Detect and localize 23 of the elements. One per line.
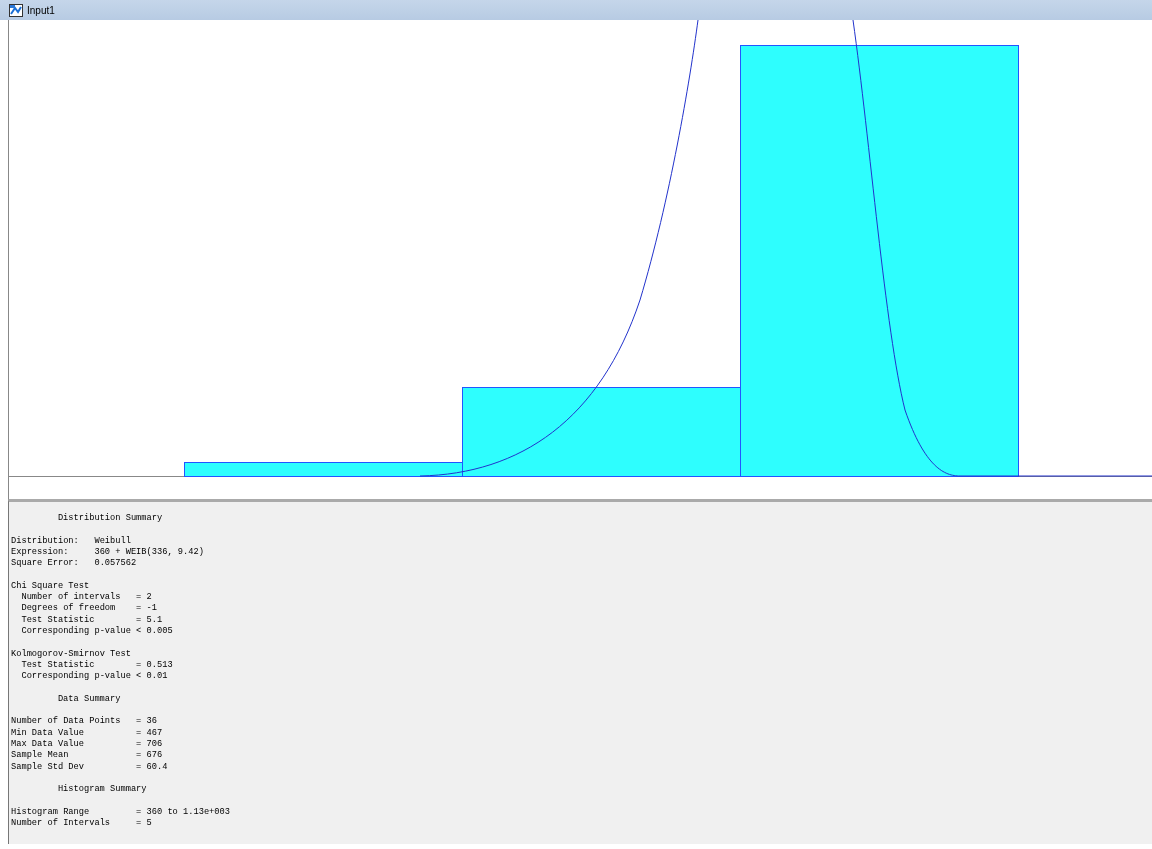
section-heading: Data Summary (56, 693, 122, 706)
window-title: Input1 (27, 4, 55, 16)
report-line: Expression: 360 + WEIB(336, 9.42) (11, 546, 205, 559)
report-line: Number of intervals = 2 (20, 592, 153, 603)
report-line: Histogram Range = 360 to 1.13e+003 (11, 806, 231, 818)
report-line: Number of Data Points = 36 (11, 716, 158, 728)
report-line: Test Statistic = 5.1 (20, 614, 164, 626)
report-line: Degrees of freedom = -1 (20, 603, 158, 615)
section-heading: Histogram Summary (56, 784, 148, 796)
report-line: Distribution: Weibull (11, 535, 132, 547)
report-line: Min Data Value = 467 (11, 727, 164, 739)
report-line: Corresponding p-value < 0.01 (20, 671, 169, 683)
app-icon (9, 3, 23, 17)
report-line: Number of Intervals = 5 (11, 818, 153, 830)
report-line: Corresponding p-value < 0.005 (20, 625, 174, 638)
report-line: Square Error: 0.057562 (11, 558, 138, 570)
report-line: Test Statistic = 0.513 (20, 659, 174, 671)
report-line: Sample Std Dev = 60.4 (11, 761, 169, 773)
report-line: Sample Mean = 676 (11, 750, 164, 762)
section-heading: Distribution Summary (56, 513, 164, 525)
report-line: Max Data Value = 706 (11, 738, 164, 750)
report-line: Kolmogorov-Smirnov Test (11, 648, 132, 660)
report-line: Chi Square Test (11, 580, 91, 592)
